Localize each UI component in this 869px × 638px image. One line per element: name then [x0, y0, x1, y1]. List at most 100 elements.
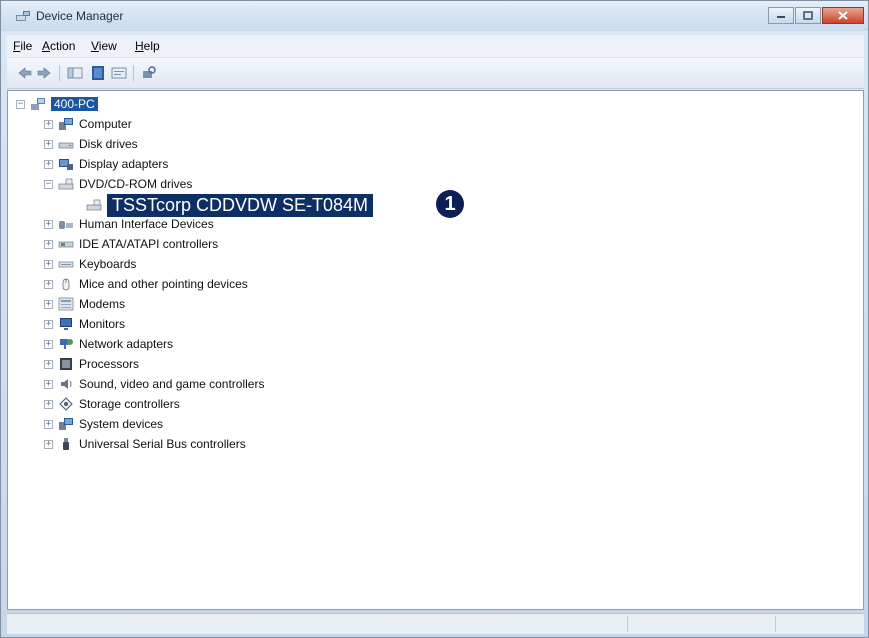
menu-bar: File Action View Help — [7, 35, 864, 57]
dvd-drive-icon — [58, 178, 74, 190]
dvd-drive-icon — [86, 199, 102, 211]
title-bar[interactable]: Device Manager — [1, 1, 868, 31]
device-manager-icon — [16, 11, 30, 21]
tree-category-modems[interactable]: + Modems — [44, 295, 125, 313]
tree-category-label: Storage controllers — [79, 397, 180, 411]
back-arrow-icon[interactable] — [17, 65, 33, 81]
mouse-icon — [62, 278, 70, 291]
tree-category-label: Processors — [79, 357, 140, 371]
monitor-icon — [60, 318, 72, 330]
tree-category-display-adapters[interactable]: + Display adapters — [44, 155, 168, 173]
tree-category-system-devices[interactable]: + System devices — [44, 415, 163, 433]
minimize-icon — [777, 15, 785, 18]
expand-toggle[interactable]: + — [44, 219, 53, 229]
disk-drive-icon — [58, 142, 74, 149]
tree-category-dvd-cd-rom-drives[interactable]: − DVD/CD-ROM drives — [44, 175, 192, 193]
menu-action-mnemonic: A — [42, 39, 51, 53]
expand-toggle[interactable]: + — [44, 419, 53, 429]
maximize-icon — [803, 11, 813, 20]
display-adapter-icon — [59, 159, 73, 170]
tree-category-usb-controllers[interactable]: + Universal Serial Bus controllers — [44, 435, 246, 453]
tree-category-label: Universal Serial Bus controllers — [79, 437, 246, 451]
tree-category-computer[interactable]: + Computer — [44, 115, 132, 133]
close-icon — [838, 11, 848, 20]
forward-arrow-icon[interactable] — [36, 65, 52, 81]
menu-help-mnemonic: H — [135, 39, 144, 53]
tree-category-label: Disk drives — [79, 137, 138, 151]
usb-icon — [63, 438, 69, 450]
tree-category-label: Human Interface Devices — [79, 217, 214, 231]
tree-category-network-adapters[interactable]: + Network adapters — [44, 335, 173, 353]
expand-toggle[interactable]: + — [44, 239, 53, 249]
status-separator — [627, 616, 628, 632]
close-button[interactable] — [822, 7, 864, 24]
maximize-button[interactable] — [795, 7, 821, 24]
expand-toggle[interactable]: + — [44, 119, 53, 129]
menu-action[interactable]: Action — [42, 39, 75, 53]
processor-icon — [60, 358, 72, 370]
keyboard-icon — [58, 261, 74, 268]
tree-category-label: Monitors — [79, 317, 126, 331]
menu-help-label: elp — [143, 39, 160, 53]
expand-toggle[interactable]: + — [44, 339, 53, 349]
expand-toggle[interactable]: + — [44, 279, 53, 289]
menu-file-label: ile — [20, 39, 33, 53]
menu-file[interactable]: File — [13, 39, 32, 53]
toolbar-separator — [59, 65, 60, 81]
menu-help[interactable]: Help — [135, 39, 160, 53]
expand-toggle[interactable]: + — [44, 399, 53, 409]
collapse-toggle[interactable]: − — [16, 99, 25, 109]
menu-view[interactable]: View — [91, 39, 117, 53]
help-icon[interactable] — [90, 65, 106, 81]
tree-category-monitors[interactable]: + Monitors — [44, 315, 125, 333]
minimize-button[interactable] — [768, 7, 794, 24]
tree-category-human-interface-devices[interactable]: + Human Interface Devices — [44, 215, 214, 233]
expand-toggle[interactable]: + — [44, 259, 53, 269]
computer-network-icon — [31, 98, 45, 110]
annotation-marker: 1 — [436, 190, 464, 218]
tree-category-label: Sound, video and game controllers — [79, 377, 265, 391]
window-title: Device Manager — [36, 9, 124, 23]
device-tree[interactable]: − 400-PC + Computer + Disk drives + Disp… — [7, 90, 864, 610]
show-hide-console-tree-icon[interactable] — [67, 65, 83, 81]
expand-toggle[interactable]: + — [44, 359, 53, 369]
tree-category-disk-drives[interactable]: + Disk drives — [44, 135, 138, 153]
toolbar-separator — [133, 65, 134, 81]
tree-category-label: Network adapters — [79, 337, 174, 351]
expand-toggle[interactable]: + — [44, 299, 53, 309]
tree-category-label: IDE ATA/ATAPI controllers — [79, 237, 219, 251]
expand-toggle[interactable]: + — [44, 159, 53, 169]
expand-toggle[interactable]: + — [44, 139, 53, 149]
tree-category-processors[interactable]: + Processors — [44, 355, 139, 373]
window-controls — [767, 7, 864, 24]
ide-controller-icon — [58, 241, 74, 248]
tree-category-sound-video-game[interactable]: + Sound, video and game controllers — [44, 375, 264, 393]
modem-icon — [58, 297, 74, 311]
storage-controller-icon — [59, 397, 73, 411]
status-bar — [7, 613, 864, 634]
collapse-toggle[interactable]: − — [44, 179, 53, 189]
tree-category-label: Modems — [79, 297, 126, 311]
tree-category-label: Computer — [79, 117, 132, 131]
scan-hardware-icon[interactable] — [141, 65, 157, 81]
system-devices-icon — [59, 418, 73, 430]
network-adapter-icon — [60, 339, 73, 349]
expand-toggle[interactable]: + — [44, 319, 53, 329]
tree-category-storage-controllers[interactable]: + Storage controllers — [44, 395, 180, 413]
tree-root-label: 400-PC — [51, 97, 98, 111]
tree-category-keyboards[interactable]: + Keyboards — [44, 255, 136, 273]
tree-category-mice[interactable]: + Mice and other pointing devices — [44, 275, 248, 293]
properties-icon[interactable] — [111, 65, 127, 81]
menu-view-mnemonic: V — [91, 39, 99, 53]
tree-category-label: Keyboards — [79, 257, 137, 271]
menu-view-label: iew — [98, 39, 117, 53]
tree-category-ide-ata-atapi-controllers[interactable]: + IDE ATA/ATAPI controllers — [44, 235, 218, 253]
toolbar — [7, 58, 864, 89]
speaker-icon — [61, 379, 72, 389]
tree-device-label: TSSTcorp CDDVDW SE-T084M — [107, 193, 374, 217]
expand-toggle[interactable]: + — [44, 379, 53, 389]
tree-root-400-pc[interactable]: − 400-PC — [16, 95, 98, 113]
tree-category-label: Display adapters — [79, 157, 169, 171]
menu-action-label: ction — [50, 39, 76, 53]
expand-toggle[interactable]: + — [44, 439, 53, 449]
